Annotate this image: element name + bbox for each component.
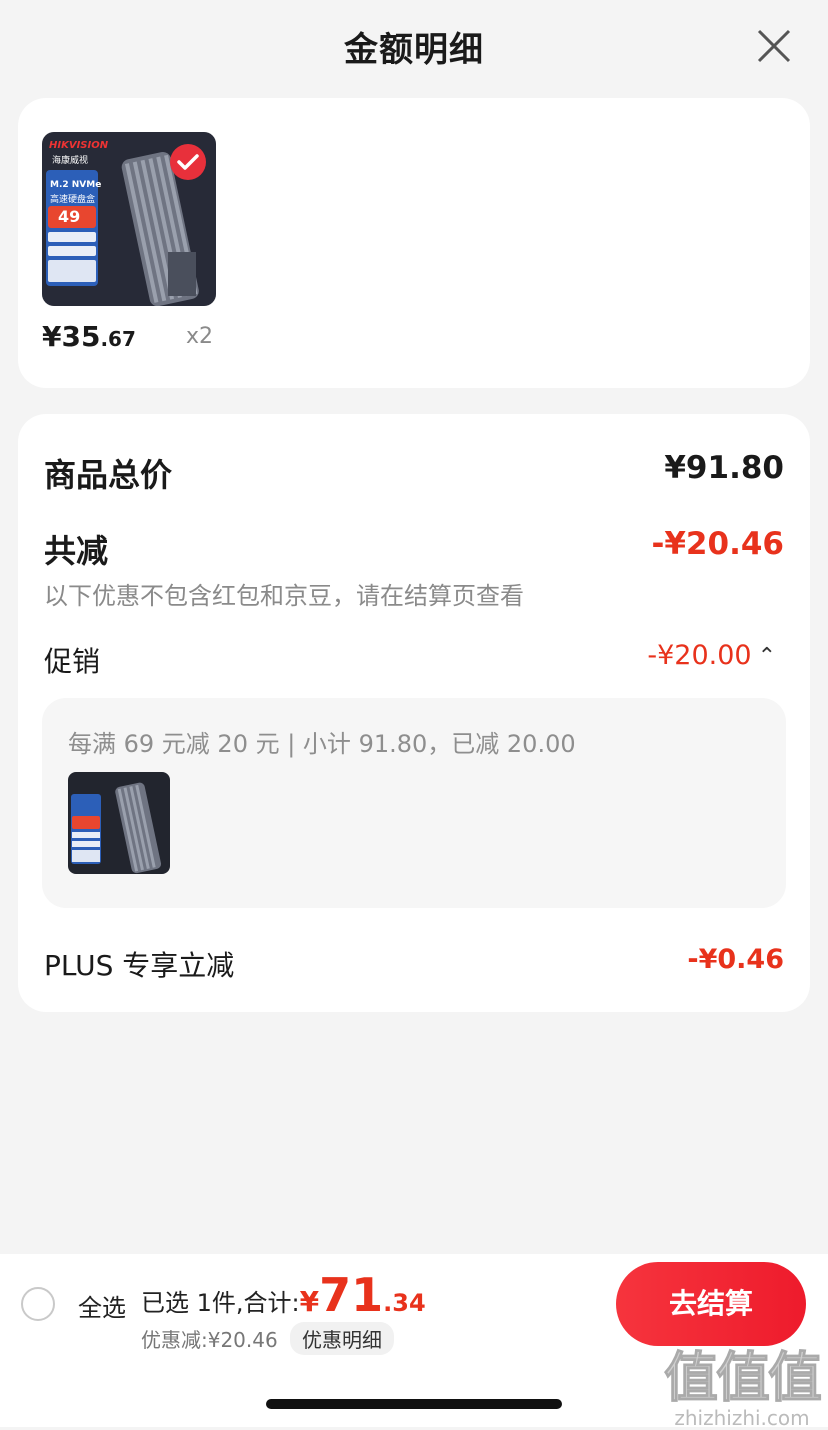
- home-indicator[interactable]: [266, 1399, 562, 1409]
- price-decimal: .67: [100, 327, 136, 351]
- promo-product-thumbnail[interactable]: [68, 772, 170, 874]
- selected-check-icon: [170, 144, 206, 180]
- selected-summary: 已选 1件,合计:¥71.34: [141, 1268, 426, 1322]
- discount-note: 以下优惠不包含红包和京豆，请在结算页查看: [44, 582, 524, 610]
- reduced-row: 共减 -¥20.46: [44, 526, 785, 570]
- thumb-price: 49: [58, 207, 81, 226]
- promo-row[interactable]: 促销 -¥20.00 ⌃: [44, 640, 784, 678]
- checkout-button[interactable]: 去结算: [616, 1262, 806, 1346]
- page-title: 金额明细: [344, 30, 484, 70]
- grand-total-integer: 71: [319, 1268, 384, 1322]
- promo-value: -¥20.00: [647, 640, 752, 671]
- promo-value-wrap: -¥20.00 ⌃: [647, 640, 776, 671]
- price-breakdown-card: 商品总价 ¥91.80 共减 -¥20.46 以下优惠不包含红包和京豆，请在结算…: [18, 414, 810, 1012]
- plus-row: PLUS 专享立减 -¥0.46: [44, 944, 784, 982]
- thumb-line-1: M.2 NVMe: [50, 180, 102, 190]
- discount-detail-link[interactable]: 优惠明细: [290, 1322, 394, 1355]
- select-all-checkbox[interactable]: [21, 1287, 55, 1321]
- promo-product-image: [68, 772, 170, 874]
- grand-total: ¥71.34: [300, 1268, 426, 1322]
- promo-label: 促销: [44, 645, 101, 678]
- product-price: ¥35.67: [42, 320, 136, 353]
- reduced-label: 共减: [44, 532, 109, 570]
- product-thumbnail[interactable]: HIKVISION 海康威视 M.2 NVMe 高速硬盘盒 49: [42, 132, 216, 306]
- selected-text: 已选 1件,合计:: [141, 1289, 300, 1317]
- brand-logo: HIKVISION: [49, 140, 109, 151]
- total-row: 商品总价 ¥91.80: [44, 450, 784, 494]
- header: 金额明细: [0, 0, 828, 92]
- checkout-bar: 全选 已选 1件,合计:¥71.34 优惠减:¥20.46 优惠明细 去结算 值…: [0, 1254, 828, 1430]
- product-card: HIKVISION 海康威视 M.2 NVMe 高速硬盘盒 49 ¥35.67 …: [18, 98, 810, 388]
- brand-cn: 海康威视: [52, 156, 89, 166]
- watermark: 值值值 zhizhizhi.com: [664, 1346, 823, 1430]
- thumb-line-2: 高速硬盘盒: [50, 195, 96, 205]
- promo-detail-box: 每满 69 元减 20 元 | 小计 91.80，已减 20.00: [42, 698, 786, 908]
- grand-total-decimal: .34: [383, 1289, 426, 1317]
- total-label: 商品总价: [44, 456, 173, 494]
- select-all-label[interactable]: 全选: [78, 1288, 126, 1323]
- plus-value: -¥0.46: [687, 944, 784, 975]
- discount-summary: 优惠减:¥20.46: [141, 1328, 278, 1352]
- product-quantity: x2: [186, 324, 214, 349]
- price-main: ¥35: [42, 320, 101, 353]
- promo-detail-text: 每满 69 元减 20 元 | 小计 91.80，已减 20.00: [68, 730, 576, 758]
- chevron-up-icon[interactable]: ⌃: [758, 644, 776, 669]
- watermark-url: zhizhizhi.com: [674, 1406, 810, 1430]
- total-value: ¥91.80: [664, 450, 784, 486]
- watermark-logo: 值值值: [664, 1346, 823, 1409]
- reduced-value: -¥20.46: [651, 526, 785, 562]
- grand-total-currency: ¥: [299, 1285, 320, 1318]
- plus-label: PLUS 专享立减: [44, 949, 235, 982]
- close-icon[interactable]: [756, 28, 792, 64]
